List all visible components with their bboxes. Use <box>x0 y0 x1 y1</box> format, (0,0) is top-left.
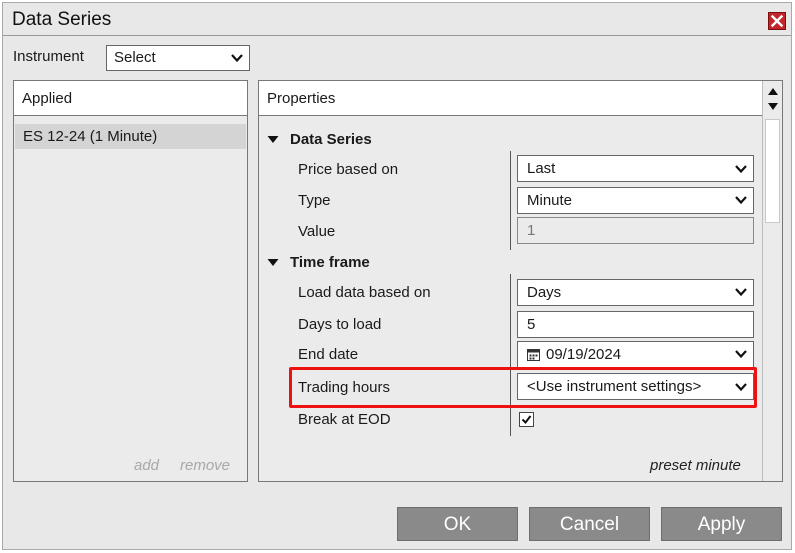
chevron-down-icon <box>735 288 747 297</box>
end-date-picker[interactable]: 09/19/2024 <box>517 341 754 368</box>
add-link[interactable]: add <box>134 457 159 474</box>
price-based-on-label: Price based on <box>298 161 399 178</box>
trading-hours-select[interactable]: <Use instrument settings> <box>517 373 754 400</box>
chevron-down-icon <box>735 165 747 174</box>
value-field-value: 1 <box>527 222 536 239</box>
instrument-select[interactable]: Select <box>106 45 250 71</box>
chevron-down-icon <box>231 54 243 63</box>
days-to-load-field[interactable]: 5 <box>517 311 754 338</box>
type-value: Minute <box>527 192 573 209</box>
trading-hours-label: Trading hours <box>298 379 390 396</box>
days-to-load-value: 5 <box>527 316 536 333</box>
section-title: Data Series <box>290 131 372 148</box>
value-label: Value <box>298 223 336 240</box>
calendar-icon <box>527 349 540 361</box>
close-button[interactable] <box>768 12 786 30</box>
remove-link[interactable]: remove <box>180 457 230 474</box>
load-data-based-on-select[interactable]: Days <box>517 279 754 306</box>
trading-hours-value: <Use instrument settings> <box>527 378 702 395</box>
chevron-down-icon <box>735 196 747 205</box>
days-to-load-label: Days to load <box>298 316 382 333</box>
column-divider[interactable] <box>510 274 511 436</box>
instrument-label: Instrument <box>13 48 84 65</box>
applied-header: Applied <box>14 81 247 116</box>
apply-button[interactable]: Apply <box>661 507 782 541</box>
data-series-dialog: Data Series Instrument Select Applied ES… <box>2 2 792 550</box>
break-at-eod-checkbox[interactable] <box>519 412 534 427</box>
arrow-up-icon[interactable] <box>767 86 779 96</box>
load-data-based-on-value: Days <box>527 284 562 301</box>
preset-minute-link[interactable]: preset minute <box>650 457 741 474</box>
load-data-based-on-label: Load data based on <box>298 284 431 301</box>
type-label: Type <box>298 192 331 209</box>
end-date-label: End date <box>298 346 359 363</box>
properties-scrollbar[interactable] <box>762 81 782 481</box>
section-title: Time frame <box>290 254 370 271</box>
properties-panel: Properties Data Series Price based on La… <box>258 80 783 482</box>
triangle-down-icon <box>267 136 279 143</box>
close-icon <box>770 14 784 28</box>
chevron-down-icon <box>735 383 747 392</box>
arrow-down-icon[interactable] <box>767 102 779 112</box>
price-based-on-value: Last <box>527 160 556 177</box>
price-based-on-select[interactable]: Last <box>517 155 754 182</box>
column-divider[interactable] <box>510 151 511 250</box>
cancel-button[interactable]: Cancel <box>529 507 650 541</box>
type-select[interactable]: Minute <box>517 187 754 214</box>
chevron-down-icon <box>735 350 747 359</box>
scrollbar-thumb[interactable] <box>765 119 780 223</box>
title-bar: Data Series <box>3 3 791 36</box>
end-date-value: 09/19/2024 <box>546 346 622 363</box>
ok-button[interactable]: OK <box>397 507 518 541</box>
triangle-down-icon <box>267 259 279 266</box>
window-title: Data Series <box>12 9 112 30</box>
checkmark-icon <box>521 415 532 425</box>
applied-list-item[interactable]: ES 12-24 (1 Minute) <box>15 124 246 149</box>
value-field[interactable]: 1 <box>517 217 754 244</box>
break-at-eod-label: Break at EOD <box>298 411 391 428</box>
applied-panel: Applied ES 12-24 (1 Minute) add remove <box>13 80 248 482</box>
instrument-select-value: Select <box>114 49 156 66</box>
properties-header: Properties <box>259 81 762 116</box>
